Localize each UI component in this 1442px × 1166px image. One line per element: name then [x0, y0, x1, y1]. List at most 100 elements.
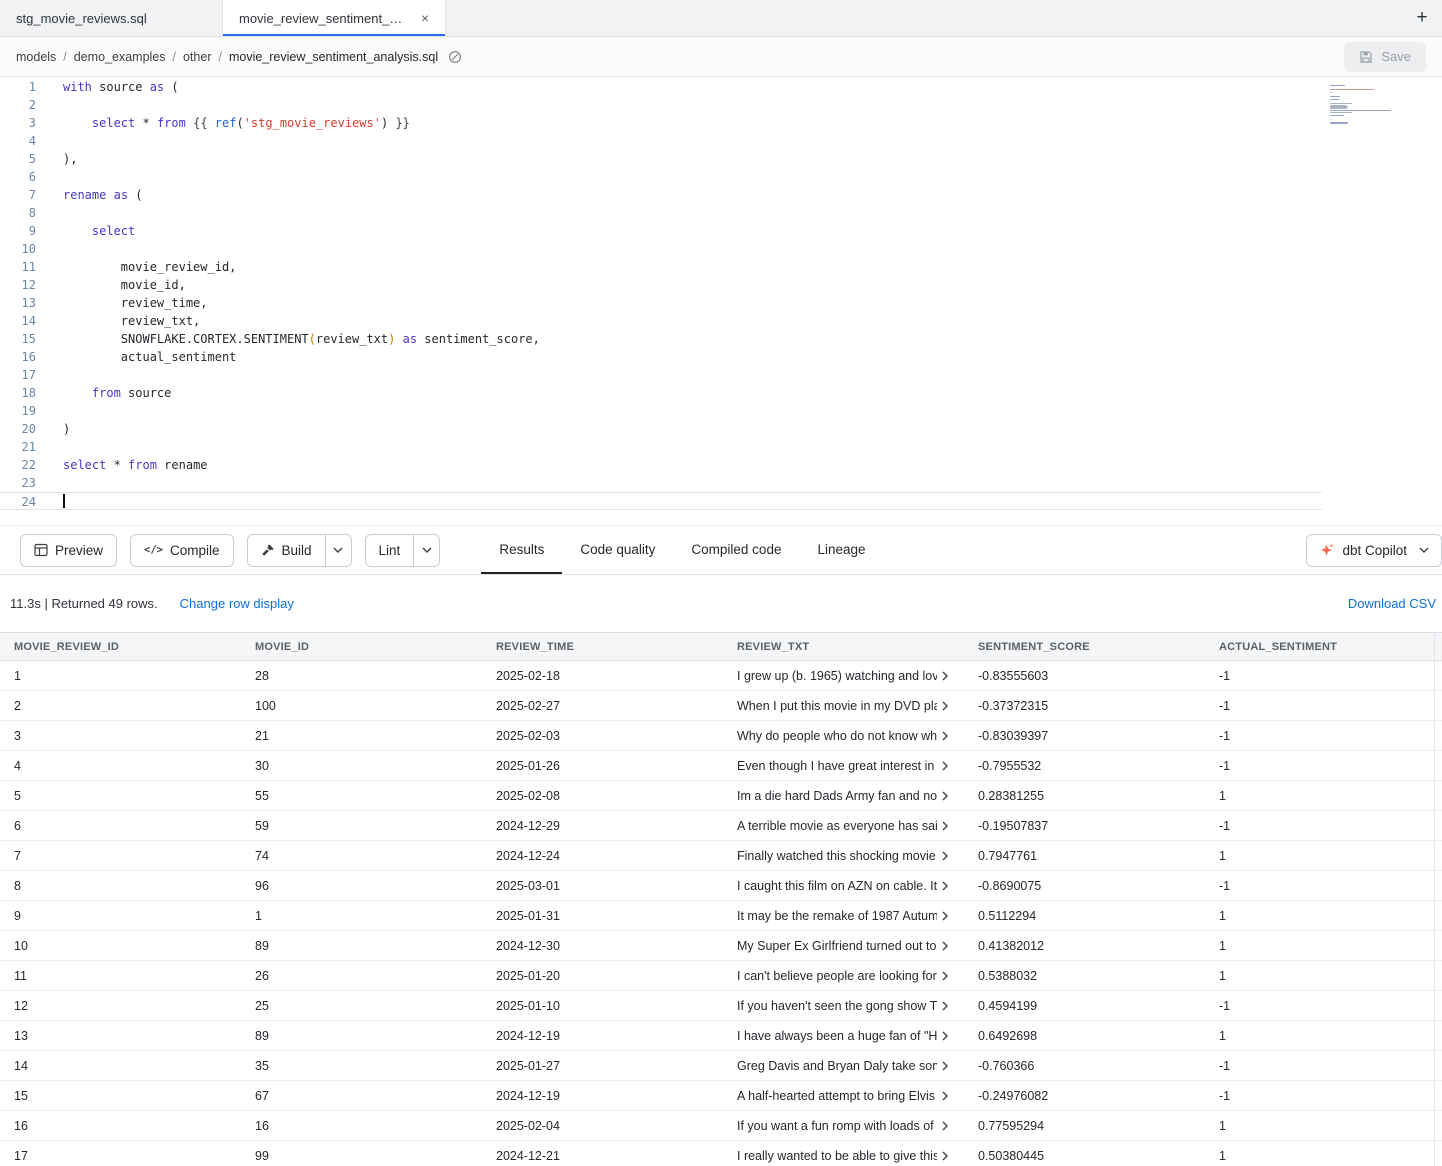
expand-cell-icon[interactable]: [940, 761, 950, 771]
column-header[interactable]: MOVIE_REVIEW_ID: [0, 641, 241, 653]
expand-cell-icon[interactable]: [940, 881, 950, 891]
editor-line[interactable]: 17: [0, 366, 1322, 384]
cell: 1: [1205, 969, 1442, 983]
editor-line[interactable]: 4: [0, 132, 1322, 150]
change-row-display-link[interactable]: Change row display: [180, 596, 294, 611]
lint-dropdown-button[interactable]: [413, 535, 439, 566]
column-header[interactable]: ACTUAL_SENTIMENT: [1205, 641, 1442, 653]
line-number: 12: [0, 276, 36, 294]
editor-line[interactable]: 6: [0, 168, 1322, 186]
result-tab-lineage[interactable]: Lineage: [799, 526, 883, 574]
circle-slash-icon[interactable]: [448, 50, 462, 64]
build-dropdown-button[interactable]: [325, 535, 351, 566]
expand-cell-icon[interactable]: [940, 851, 950, 861]
editor-line[interactable]: 8: [0, 204, 1322, 222]
cell: 16: [241, 1119, 482, 1133]
column-header[interactable]: SENTIMENT_SCORE: [964, 641, 1205, 653]
review-text: It may be the remake of 1987 Autumn'…: [737, 909, 937, 923]
line-number: 18: [0, 384, 36, 402]
editor-minimap[interactable]: [1330, 85, 1396, 128]
compile-button[interactable]: </> Compile: [130, 534, 234, 567]
editor-line[interactable]: 21: [0, 438, 1322, 456]
code-editor[interactable]: 1with source as (23 select * from {{ ref…: [0, 77, 1442, 525]
line-text: select * from {{ ref('stg_movie_reviews'…: [63, 114, 410, 132]
editor-line[interactable]: 12 movie_id,: [0, 276, 1322, 294]
build-button-label: Build: [282, 543, 312, 558]
cell: 0.7947761: [964, 849, 1205, 863]
review-cell: My Super Ex Girlfriend turned out to b…: [723, 939, 964, 953]
breadcrumb-segment[interactable]: demo_examples: [74, 50, 166, 64]
expand-cell-icon[interactable]: [940, 971, 950, 981]
new-tab-button[interactable]: +: [1402, 0, 1442, 36]
close-tab-icon[interactable]: ×: [421, 11, 429, 25]
expand-cell-icon[interactable]: [940, 1151, 950, 1161]
column-header[interactable]: REVIEW_TIME: [482, 641, 723, 653]
breadcrumb-segment[interactable]: other: [183, 50, 212, 64]
editor-line[interactable]: 16 actual_sentiment: [0, 348, 1322, 366]
editor-line[interactable]: 10: [0, 240, 1322, 258]
expand-cell-icon[interactable]: [940, 1121, 950, 1131]
editor-line[interactable]: 23: [0, 474, 1322, 492]
editor-line[interactable]: 11 movie_review_id,: [0, 258, 1322, 276]
editor-line[interactable]: 14 review_txt,: [0, 312, 1322, 330]
editor-line[interactable]: 3 select * from {{ ref('stg_movie_review…: [0, 114, 1322, 132]
download-csv-link[interactable]: Download CSV: [1348, 596, 1436, 611]
breadcrumb-segment[interactable]: models: [16, 50, 56, 64]
result-tab-code-quality[interactable]: Code quality: [562, 526, 673, 574]
review-cell: Why do people who do not know what…: [723, 729, 964, 743]
result-tabs: ResultsCode qualityCompiled codeLineage: [481, 526, 883, 574]
review-cell: A terrible movie as everyone has said. …: [723, 819, 964, 833]
line-number: 21: [0, 438, 36, 456]
expand-cell-icon[interactable]: [940, 941, 950, 951]
table-scrollbar-track[interactable]: [1434, 632, 1435, 1166]
expand-cell-icon[interactable]: [940, 1091, 950, 1101]
chevron-down-icon: [333, 547, 343, 553]
column-header[interactable]: REVIEW_TXT: [723, 641, 964, 653]
result-tab-compiled-code[interactable]: Compiled code: [673, 526, 799, 574]
expand-cell-icon[interactable]: [940, 701, 950, 711]
editor-line[interactable]: 7rename as (: [0, 186, 1322, 204]
table-row: 16162025-02-04If you want a fun romp wit…: [0, 1111, 1442, 1141]
column-header[interactable]: MOVIE_ID: [241, 641, 482, 653]
dbt-copilot-button[interactable]: dbt Copilot: [1306, 534, 1442, 567]
expand-cell-icon[interactable]: [940, 671, 950, 681]
cell: 1: [1205, 849, 1442, 863]
file-tab[interactable]: movie_review_sentiment_…×: [223, 0, 446, 36]
cell: 30: [241, 759, 482, 773]
editor-line[interactable]: 20): [0, 420, 1322, 438]
expand-cell-icon[interactable]: [940, 1031, 950, 1041]
file-tab[interactable]: stg_movie_reviews.sql: [0, 0, 223, 36]
expand-cell-icon[interactable]: [940, 821, 950, 831]
table-header: MOVIE_REVIEW_IDMOVIE_IDREVIEW_TIMEREVIEW…: [0, 632, 1442, 661]
breadcrumb-segment[interactable]: movie_review_sentiment_analysis.sql: [229, 50, 438, 64]
cell: 2025-01-10: [482, 999, 723, 1013]
editor-line[interactable]: 15 SNOWFLAKE.CORTEX.SENTIMENT(review_txt…: [0, 330, 1322, 348]
editor-line[interactable]: 2: [0, 96, 1322, 114]
cell: 2024-12-21: [482, 1149, 723, 1163]
build-button[interactable]: Build: [248, 535, 325, 566]
editor-line[interactable]: 9 select: [0, 222, 1322, 240]
query-status-text: 11.3s | Returned 49 rows.: [10, 596, 158, 611]
expand-cell-icon[interactable]: [940, 1001, 950, 1011]
preview-button[interactable]: Preview: [20, 534, 117, 567]
cell: 1: [1205, 909, 1442, 923]
lint-button[interactable]: Lint: [366, 535, 414, 566]
expand-cell-icon[interactable]: [940, 731, 950, 741]
editor-line[interactable]: 13 review_time,: [0, 294, 1322, 312]
editor-line[interactable]: 24: [0, 492, 1322, 510]
cell: 17: [0, 1149, 241, 1163]
line-text: with source as (: [63, 78, 179, 96]
result-tab-results[interactable]: Results: [481, 526, 562, 574]
editor-line[interactable]: 1with source as (: [0, 78, 1322, 96]
save-button[interactable]: Save: [1344, 42, 1426, 72]
line-number: 24: [0, 493, 36, 509]
expand-cell-icon[interactable]: [940, 911, 950, 921]
editor-line[interactable]: 18 from source: [0, 384, 1322, 402]
expand-cell-icon[interactable]: [940, 791, 950, 801]
editor-line[interactable]: 22select * from rename: [0, 456, 1322, 474]
line-number: 15: [0, 330, 36, 348]
editor-line[interactable]: 19: [0, 402, 1322, 420]
expand-cell-icon[interactable]: [940, 1061, 950, 1071]
editor-line[interactable]: 5),: [0, 150, 1322, 168]
line-number: 23: [0, 474, 36, 492]
